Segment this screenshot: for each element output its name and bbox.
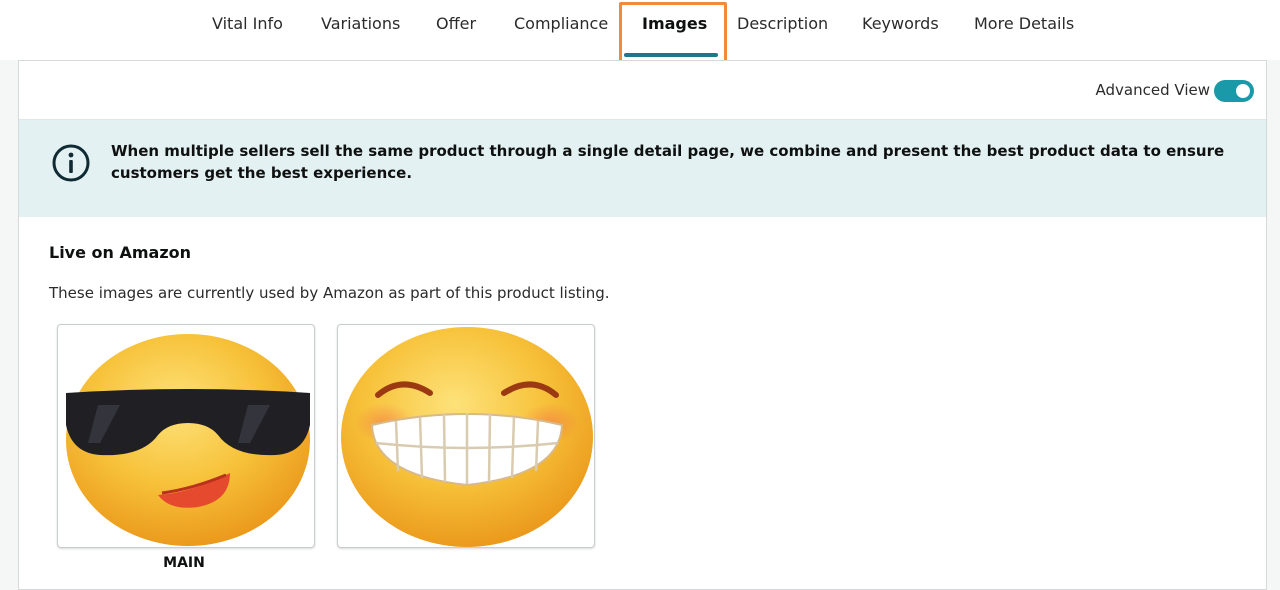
tab-vital-info[interactable]: Vital Info <box>212 0 283 48</box>
tab-offer[interactable]: Offer <box>436 0 476 48</box>
images-panel: Advanced View When multiple sellers sell… <box>18 60 1267 590</box>
tab-variations[interactable]: Variations <box>321 0 400 48</box>
product-image-2[interactable] <box>337 324 595 548</box>
tab-more-details[interactable]: More Details <box>974 0 1074 48</box>
tab-compliance[interactable]: Compliance <box>514 0 608 48</box>
tab-description[interactable]: Description <box>737 0 828 48</box>
grinning-emoji-icon <box>341 327 593 547</box>
advanced-view-label: Advanced View <box>1095 81 1210 99</box>
info-banner: When multiple sellers sell the same prod… <box>19 120 1266 217</box>
panel-toolbar: Advanced View <box>19 61 1266 120</box>
sunglasses-emoji-icon <box>66 334 310 546</box>
info-banner-text: When multiple sellers sell the same prod… <box>111 142 1225 182</box>
section-title: Live on Amazon <box>49 243 192 262</box>
toggle-knob <box>1236 84 1250 98</box>
tab-bar: Vital Info Variations Offer Compliance I… <box>0 0 1280 68</box>
image-label-main: MAIN <box>163 555 205 571</box>
tab-focus-highlight <box>619 2 727 68</box>
product-image-main[interactable] <box>57 324 315 548</box>
tab-keywords[interactable]: Keywords <box>862 0 939 48</box>
section-description: These images are currently used by Amazo… <box>49 284 610 302</box>
info-circle-icon <box>52 144 90 182</box>
advanced-view-toggle[interactable] <box>1214 80 1254 102</box>
